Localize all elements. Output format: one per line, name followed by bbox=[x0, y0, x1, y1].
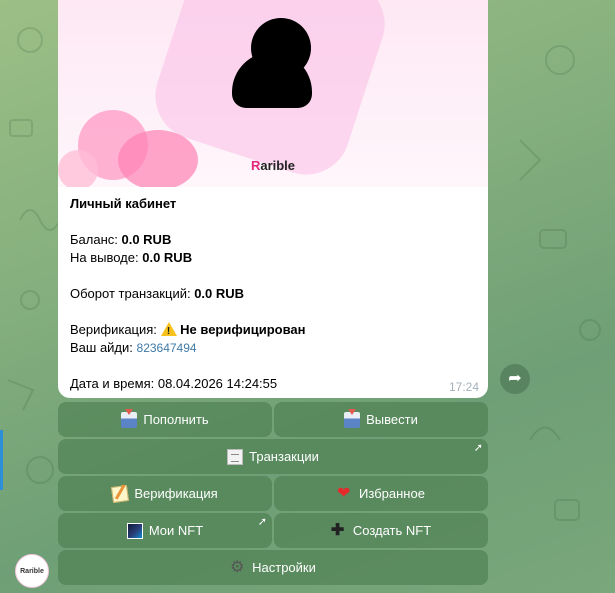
inbox-tray-icon bbox=[121, 408, 138, 428]
create-nft-button[interactable]: ✚ Создать NFT bbox=[274, 513, 488, 548]
share-button[interactable]: ➦ bbox=[500, 364, 530, 394]
turnover-line: Оборот транзакций: 0.0 RUB bbox=[70, 286, 245, 301]
memo-icon bbox=[111, 484, 130, 503]
profile-banner: Rarible bbox=[58, 0, 488, 187]
external-arrow-icon: ➚ bbox=[473, 442, 483, 454]
verification-line: Верификация: Не верифицирован bbox=[70, 321, 476, 341]
favorites-button[interactable]: ❤ Избранное bbox=[274, 476, 488, 511]
inbox-tray-icon bbox=[344, 408, 361, 428]
share-arrow-icon: ➦ bbox=[508, 370, 522, 387]
bot-message: Rarible Личный кабинет Баланс: 0.0 RUB Н… bbox=[58, 0, 488, 398]
verification-status: Не верифицирован bbox=[180, 322, 306, 337]
withdraw-value: 0.0 RUB bbox=[142, 250, 193, 265]
withdraw-line: На выводе: 0.0 RUB bbox=[70, 250, 193, 265]
verification-button[interactable]: Верификация bbox=[58, 476, 272, 511]
message-title: Личный кабинет bbox=[70, 196, 177, 211]
datetime-line: Дата и время: 08.04.2026 14:24:55 bbox=[70, 376, 278, 391]
red-heart-icon: ❤ bbox=[337, 484, 351, 502]
datetime-value: 08.04.2026 14:24:55 bbox=[157, 376, 278, 391]
external-arrow-icon: ➚ bbox=[257, 516, 267, 528]
brand-logo: Rarible bbox=[250, 158, 296, 173]
left-edge-indicator bbox=[0, 430, 3, 490]
my-nft-button[interactable]: Мои NFT ➚ bbox=[58, 513, 272, 548]
inline-keyboard: Пополнить Вывести Транзакции ➚ Верификац… bbox=[58, 402, 488, 587]
user-id-line: Ваш айди: 823647494 bbox=[70, 340, 197, 355]
balance-line: Баланс: 0.0 RUB bbox=[70, 232, 172, 247]
settings-button[interactable]: ⚙ Настройки bbox=[58, 550, 488, 585]
message-time: 17:24 bbox=[448, 380, 479, 394]
warning-icon bbox=[160, 322, 177, 341]
deposit-button[interactable]: Пополнить bbox=[58, 402, 272, 437]
withdraw-button[interactable]: Вывести bbox=[274, 402, 488, 437]
turnover-value: 0.0 RUB bbox=[194, 286, 245, 301]
user-id-link[interactable]: 823647494 bbox=[137, 341, 197, 355]
nft-image-icon bbox=[126, 522, 143, 539]
balance-value: 0.0 RUB bbox=[121, 232, 172, 247]
transactions-button[interactable]: Транзакции ➚ bbox=[58, 439, 488, 474]
bot-avatar[interactable]: Rarible bbox=[15, 554, 49, 588]
page-icon bbox=[227, 448, 244, 465]
gear-icon: ⚙ bbox=[230, 558, 245, 576]
message-text: Личный кабинет Баланс: 0.0 RUB На выводе… bbox=[58, 187, 488, 393]
plus-icon: ✚ bbox=[330, 521, 345, 539]
avatar-silhouette-head bbox=[251, 18, 311, 78]
